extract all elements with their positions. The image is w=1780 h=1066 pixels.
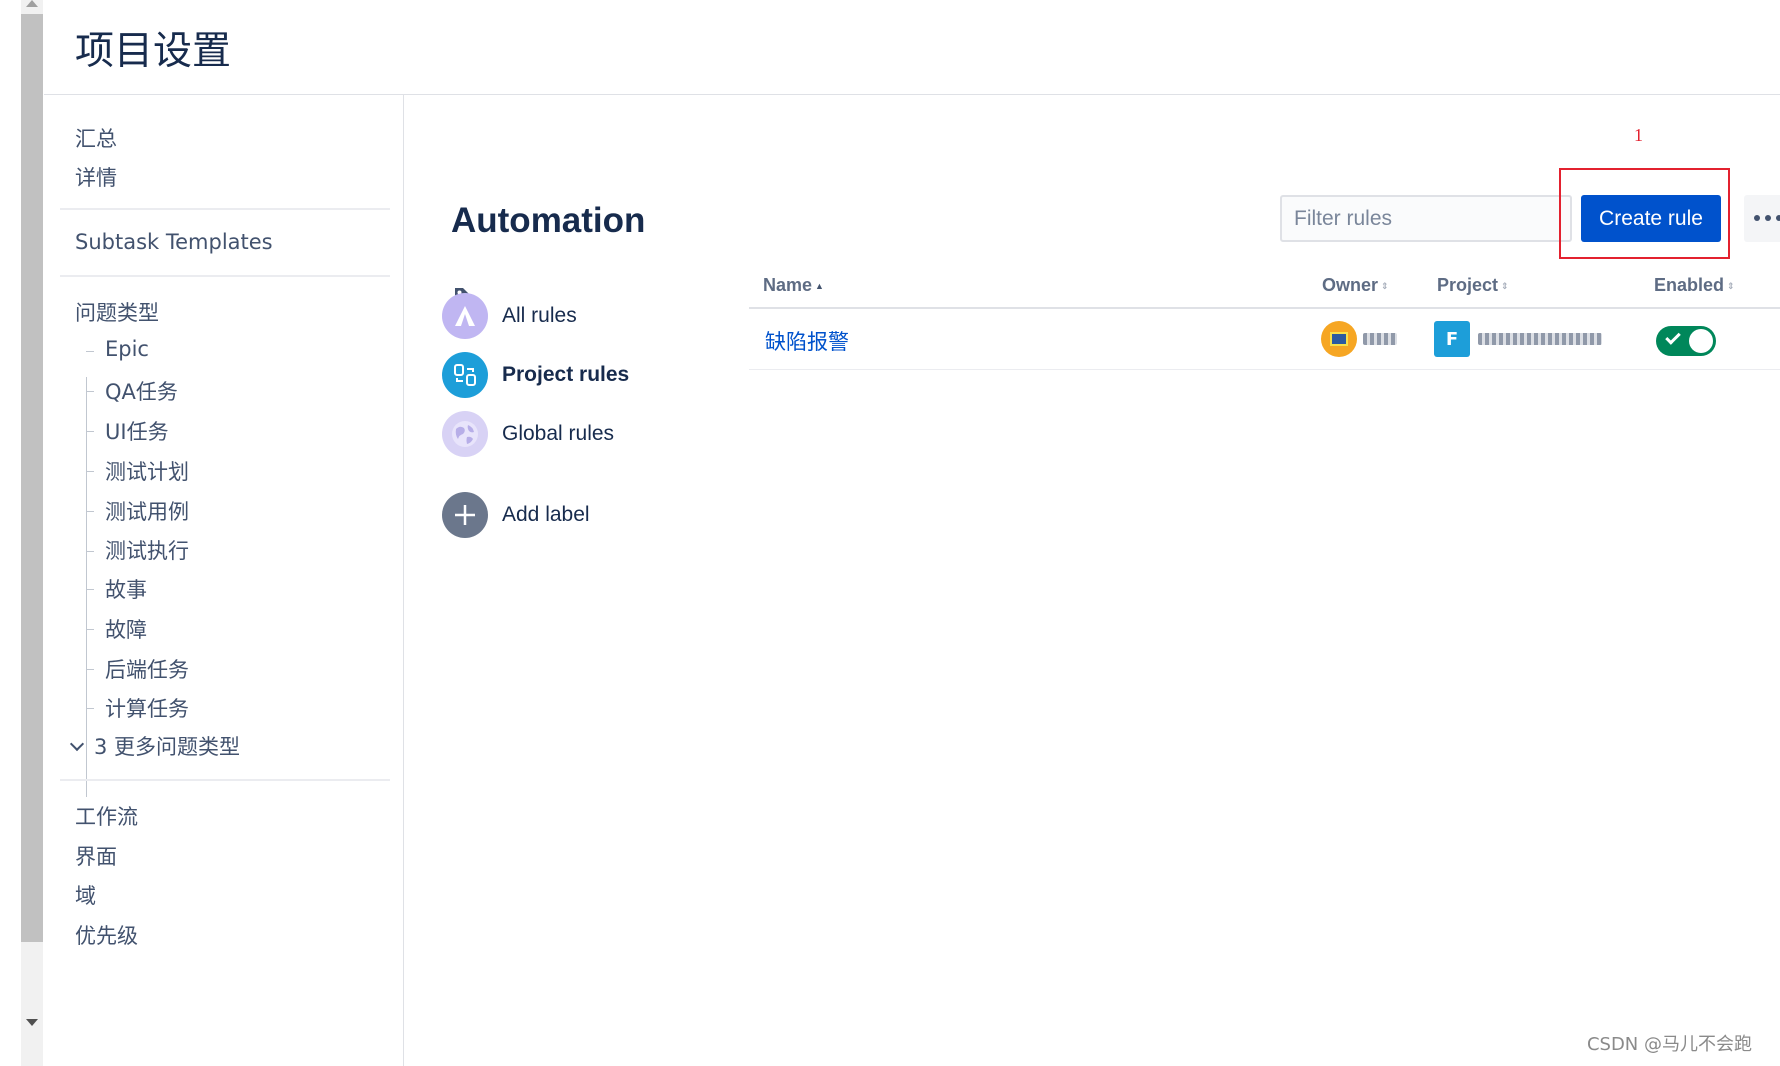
rules-table: Name ▲ Owner ⇕ Project ⇕ Enabled ⇕ 缺陷报警 F (749, 265, 1780, 370)
sort-icon: ⇕ (1727, 280, 1735, 291)
label-project-rules[interactable]: Project rules (442, 351, 629, 399)
sidebar-divider (60, 208, 390, 210)
sidebar-item-workflows[interactable]: 工作流 (75, 801, 138, 831)
sidebar-item-subtask-templates[interactable]: Subtask Templates (75, 230, 273, 254)
tree-tick (86, 511, 94, 512)
sidebar-more-issue-types[interactable]: 3 更多问题类型 (66, 731, 240, 761)
sidebar-issue-type-test-plan[interactable]: 测试计划 (105, 456, 189, 486)
globe-icon (442, 411, 488, 457)
column-header-owner-label: Owner (1322, 275, 1379, 295)
project-rules-icon (442, 352, 488, 398)
annotation-highlight-box (1559, 168, 1730, 259)
table-header: Name ▲ Owner ⇕ Project ⇕ Enabled ⇕ (749, 265, 1780, 309)
table-row[interactable]: 缺陷报警 F (749, 309, 1780, 370)
column-header-project[interactable]: Project ⇕ (1437, 275, 1509, 296)
sidebar-issue-type-test-execution[interactable]: 测试执行 (105, 535, 189, 565)
tree-tick (86, 551, 94, 552)
tree-tick (86, 708, 94, 709)
automation-main: Automation 1 Create rule All rules Proje… (404, 95, 1780, 1066)
page-scrollbar[interactable] (0, 0, 44, 1066)
sidebar-item-issue-types[interactable]: 问题类型 (75, 297, 159, 327)
sidebar-issue-type-bug[interactable]: 故障 (105, 614, 147, 644)
column-header-name[interactable]: Name ▲ (763, 275, 824, 296)
sidebar-item-details[interactable]: 详情 (75, 162, 117, 192)
chevron-down-icon (69, 736, 85, 752)
tree-tick (86, 471, 94, 472)
column-header-project-label: Project (1437, 275, 1499, 295)
column-header-enabled[interactable]: Enabled ⇕ (1654, 275, 1735, 296)
sidebar-divider (60, 275, 390, 277)
project-settings-sidebar: 汇总 详情 Subtask Templates 问题类型 Epic QA任务 U… (44, 95, 404, 1066)
label-global-rules-text: Global rules (502, 422, 615, 445)
sidebar-issue-type-test-case[interactable]: 测试用例 (105, 496, 189, 526)
tree-tick (86, 589, 94, 590)
scrollbar-thumb[interactable] (21, 14, 43, 942)
column-header-owner[interactable]: Owner ⇕ (1322, 275, 1389, 296)
sidebar-issue-type-epic[interactable]: Epic (105, 337, 149, 361)
page-header: 项目设置 (44, 0, 1780, 95)
owner-avatar (1321, 321, 1357, 357)
rule-enabled-toggle[interactable] (1656, 326, 1716, 356)
toggle-knob (1689, 329, 1713, 353)
sidebar-issue-type-ui-task[interactable]: UI任务 (105, 416, 169, 446)
filter-rules-input[interactable] (1280, 195, 1572, 242)
page-title: 项目设置 (75, 29, 232, 74)
owner-cell (1321, 321, 1397, 357)
sidebar-divider (60, 779, 390, 781)
column-header-enabled-label: Enabled (1654, 275, 1725, 295)
sidebar-issue-type-backend-task[interactable]: 后端任务 (105, 654, 189, 684)
sidebar-item-screens[interactable]: 界面 (75, 841, 117, 871)
sidebar-item-fields[interactable]: 域 (75, 880, 96, 910)
watermark: CSDN @马儿不会跑 (1586, 1034, 1752, 1055)
tree-tick (86, 431, 94, 432)
sidebar-issue-type-qa-task[interactable]: QA任务 (105, 376, 178, 406)
add-label-text: Add label (502, 503, 590, 526)
check-icon (1665, 329, 1681, 345)
annotation-number: 1 (1634, 125, 1643, 145)
sidebar-issue-type-story[interactable]: 故事 (105, 574, 147, 604)
sidebar-item-summary[interactable]: 汇总 (75, 123, 117, 153)
project-name-redacted (1478, 333, 1602, 345)
more-issue-types-label: 3 更多问题类型 (94, 735, 241, 759)
sort-icon: ⇕ (1381, 280, 1389, 291)
owner-name-redacted (1363, 333, 1397, 345)
tree-tick (86, 351, 94, 352)
automation-title: Automation (451, 201, 646, 240)
tree-tick (86, 629, 94, 630)
more-actions-button[interactable] (1744, 195, 1780, 242)
sidebar-item-priorities[interactable]: 优先级 (75, 920, 138, 950)
add-label-button[interactable]: Add label (442, 491, 590, 539)
scroll-down-arrow-icon[interactable] (26, 1019, 38, 1026)
sort-asc-icon: ▲ (815, 281, 824, 292)
label-project-rules-text: Project rules (502, 363, 630, 386)
tree-tick (86, 391, 94, 392)
sidebar-issue-type-compute-task[interactable]: 计算任务 (105, 693, 189, 723)
label-all-rules-text: All rules (502, 304, 577, 327)
project-avatar: F (1434, 321, 1470, 357)
label-all-rules[interactable]: All rules (442, 292, 577, 340)
sort-icon: ⇕ (1501, 280, 1509, 291)
automation-logo-icon (442, 293, 488, 339)
more-dots-icon (1754, 215, 1780, 221)
column-header-name-label: Name (763, 275, 813, 295)
tree-tick (86, 669, 94, 670)
rule-name-link[interactable]: 缺陷报警 (765, 326, 849, 356)
project-cell: F (1434, 321, 1602, 357)
label-global-rules[interactable]: Global rules (442, 410, 614, 458)
scroll-up-arrow-icon[interactable] (26, 0, 38, 7)
plus-icon (442, 492, 488, 538)
